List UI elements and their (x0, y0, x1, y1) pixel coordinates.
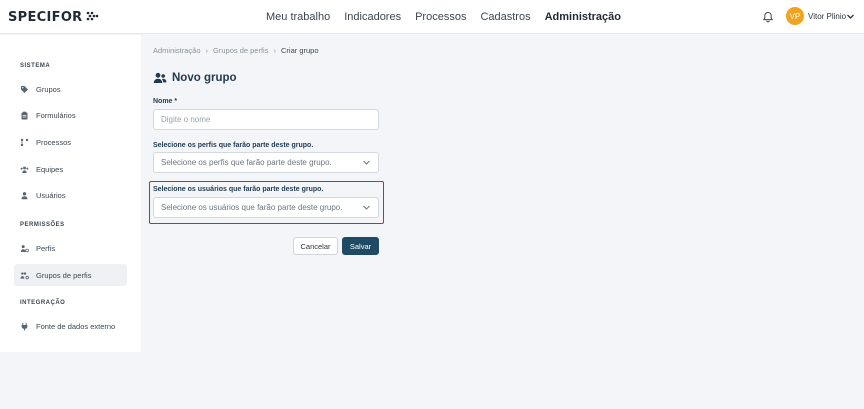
logo-mark-icon (86, 11, 98, 21)
profiles-select-placeholder: Selecione os perfis que farão parte dest… (161, 158, 332, 167)
sidebar-section-integracao: INTEGRAÇÃO (20, 300, 66, 306)
sidebar-item-label: Fonte de dados externo (36, 321, 116, 331)
sidebar-item-label: Grupos de perfis (36, 270, 92, 280)
users-label: Selecione os usuários que farão parte de… (153, 186, 324, 193)
sidebar-item-perfis[interactable]: Perfis (14, 237, 127, 259)
nav-processos[interactable]: Processos (415, 11, 466, 23)
user-name[interactable]: Vitor Plinio (808, 12, 846, 21)
nav-cadastros[interactable]: Cadastros (480, 11, 530, 23)
main-nav: Meu trabalho Indicadores Processos Cadas… (266, 0, 635, 34)
sidebar: SISTEMA Grupos Formulários Processos Equ… (0, 35, 141, 352)
sidebar-item-label: Equipes (36, 164, 64, 174)
sidebar-section-sistema: SISTEMA (20, 63, 51, 69)
sidebar-item-label: Processos (36, 137, 72, 147)
breadcrumb-administracao[interactable]: Administração (153, 46, 201, 55)
sidebar-item-equipes[interactable]: Equipes (14, 158, 127, 180)
breadcrumb-criar-grupo: Criar grupo (280, 46, 319, 55)
logo-text: SPECIFOR (8, 10, 83, 25)
sidebar-item-usuarios[interactable]: Usuários (14, 184, 127, 206)
sidebar-item-label: Perfis (36, 243, 56, 253)
flow-icon (20, 138, 29, 146)
nav-meu-trabalho[interactable]: Meu trabalho (266, 11, 330, 23)
logo[interactable]: SPECIFOR (8, 10, 100, 25)
chevron-down-icon[interactable] (846, 12, 855, 21)
plug-icon (21, 322, 28, 330)
profiles-label: Selecione os perfis que farão parte dest… (153, 142, 314, 149)
nav-indicadores[interactable]: Indicadores (344, 11, 401, 23)
avatar[interactable]: VP (786, 7, 804, 25)
top-navbar: SPECIFOR Meu trabalho Indicadores Proces… (0, 0, 864, 34)
sidebar-item-grupos-de-perfis[interactable]: Grupos de perfis (14, 264, 127, 286)
chevron-down-icon (363, 160, 370, 165)
breadcrumb: Administração › Grupos de perfis › Criar… (153, 46, 319, 55)
page-title-text: Novo grupo (172, 72, 237, 84)
bell-icon[interactable] (762, 11, 774, 23)
user-gear-icon (20, 244, 29, 252)
sidebar-item-processos[interactable]: Processos (14, 131, 127, 153)
sidebar-item-formularios[interactable]: Formulários (14, 104, 127, 126)
sidebar-item-grupos[interactable]: Grupos (14, 78, 127, 100)
users-select-placeholder: Selecione os usuários que farão parte de… (161, 203, 343, 212)
cancel-button[interactable]: Cancelar (293, 237, 338, 255)
breadcrumb-grupos-de-perfis[interactable]: Grupos de perfis (213, 46, 268, 55)
breadcrumb-separator-icon: › (273, 46, 276, 55)
users-icon (153, 72, 167, 83)
name-input[interactable] (153, 109, 379, 130)
nav-administracao[interactable]: Administração (545, 11, 621, 23)
users-select[interactable]: Selecione os usuários que farão parte de… (153, 197, 379, 218)
sidebar-item-label: Formulários (36, 110, 76, 120)
page-title: Novo grupo (153, 72, 237, 84)
clipboard-icon (21, 111, 28, 119)
user-icon (21, 191, 28, 199)
name-label: Nome * (153, 98, 178, 105)
team-icon (20, 166, 29, 173)
sidebar-section-permissoes: PERMISSÕES (20, 222, 65, 228)
chevron-down-icon (363, 205, 370, 210)
sidebar-item-fonte-de-dados-externo[interactable]: Fonte de dados externo (14, 315, 127, 337)
breadcrumb-separator-icon: › (205, 46, 209, 55)
users-gear-icon (20, 271, 29, 279)
save-button[interactable]: Salvar (342, 237, 379, 255)
sidebar-item-label: Grupos (36, 84, 61, 94)
sidebar-item-label: Usuários (36, 190, 66, 200)
tag-icon (21, 85, 28, 93)
profiles-select[interactable]: Selecione os perfis que farão parte dest… (153, 152, 379, 173)
